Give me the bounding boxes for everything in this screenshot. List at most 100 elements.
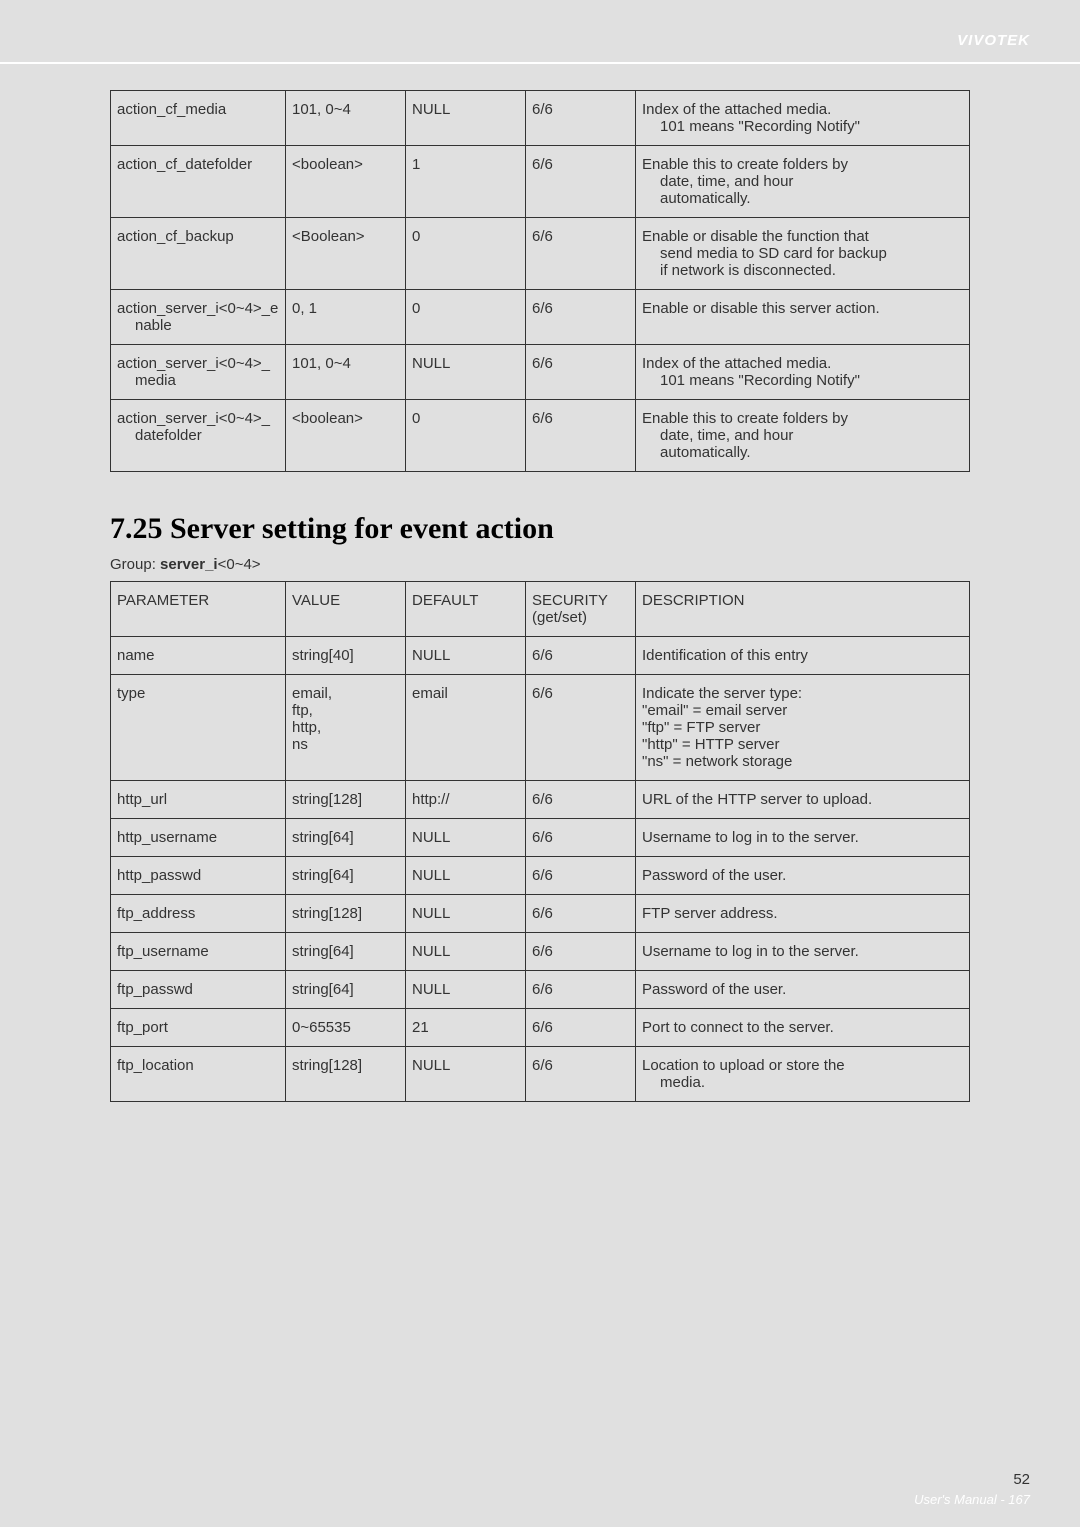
desc-line: if network is disconnected. [642, 262, 963, 279]
table-row: action_cf_backup <Boolean> 0 6/6 Enable … [111, 218, 970, 290]
table-row: http_url string[128] http:// 6/6 URL of … [111, 781, 970, 819]
desc-line: 101 means "Recording Notify" [642, 372, 963, 389]
cell-param: ftp_passwd [111, 971, 286, 1009]
cell-desc: Identification of this entry [636, 637, 970, 675]
cell-security: 6/6 [526, 290, 636, 345]
cell-param: http_username [111, 819, 286, 857]
param-line: datefolder [117, 427, 279, 444]
param-line: action_server_i<0~4>_ [117, 410, 270, 427]
cell-value: <boolean> [286, 400, 406, 472]
brand-label: VIVOTEK [957, 32, 1030, 49]
cell-default: NULL [406, 819, 526, 857]
desc-line: "http" = HTTP server [642, 736, 780, 753]
desc-line: Location to upload or store the [642, 1057, 845, 1074]
table-row: type email, ftp, http, ns email 6/6 Indi… [111, 675, 970, 781]
cell-value: <Boolean> [286, 218, 406, 290]
footer: 52 User's Manual - 167 [914, 1471, 1030, 1507]
desc-line: media. [642, 1074, 963, 1091]
table-row: name string[40] NULL 6/6 Identification … [111, 637, 970, 675]
table-row: ftp_port 0~65535 21 6/6 Port to connect … [111, 1009, 970, 1047]
header-description: DESCRIPTION [636, 582, 970, 637]
header-parameter: PARAMETER [111, 582, 286, 637]
header-line: SECURITY [532, 592, 608, 609]
desc-line: date, time, and hour [642, 173, 963, 190]
cell-security: 6/6 [526, 637, 636, 675]
cell-param: ftp_location [111, 1047, 286, 1102]
cell-desc: Password of the user. [636, 971, 970, 1009]
cell-security: 6/6 [526, 218, 636, 290]
cell-desc: Enable or disable the function that send… [636, 218, 970, 290]
table-row: action_server_i<0~4>_ media 101, 0~4 NUL… [111, 345, 970, 400]
param-line: nable [117, 317, 279, 334]
desc-line: "ftp" = FTP server [642, 719, 760, 736]
cell-security: 6/6 [526, 857, 636, 895]
desc-line: date, time, and hour [642, 427, 963, 444]
cell-param: ftp_address [111, 895, 286, 933]
header-security: SECURITY (get/set) [526, 582, 636, 637]
group-prefix: Group: [110, 556, 160, 573]
desc-line: 101 means "Recording Notify" [642, 118, 963, 135]
cell-desc: Enable or disable this server action. [636, 290, 970, 345]
table-row: ftp_username string[64] NULL 6/6 Usernam… [111, 933, 970, 971]
group-line: Group: server_i<0~4> [110, 556, 970, 573]
cell-value: string[128] [286, 1047, 406, 1102]
cell-security: 6/6 [526, 91, 636, 146]
cell-default: NULL [406, 637, 526, 675]
cell-param: http_url [111, 781, 286, 819]
cell-security: 6/6 [526, 1009, 636, 1047]
desc-line: Enable or disable the function that [642, 228, 869, 245]
cell-security: 6/6 [526, 933, 636, 971]
table-row: action_server_i<0~4>_e nable 0, 1 0 6/6 … [111, 290, 970, 345]
param-line: action_server_i<0~4>_e [117, 300, 278, 317]
table-header-row: PARAMETER VALUE DEFAULT SECURITY (get/se… [111, 582, 970, 637]
desc-line: "email" = email server [642, 702, 787, 719]
cell-param: action_server_i<0~4>_e nable [111, 290, 286, 345]
desc-line: send media to SD card for backup [642, 245, 963, 262]
parameter-table-1: action_cf_media 101, 0~4 NULL 6/6 Index … [110, 90, 970, 472]
header-underline [0, 62, 1080, 64]
cell-param: type [111, 675, 286, 781]
table-row: ftp_address string[128] NULL 6/6 FTP ser… [111, 895, 970, 933]
section-heading: 7.25 Server setting for event action [110, 512, 970, 546]
value-line: ftp, [292, 702, 313, 719]
value-line: ns [292, 736, 308, 753]
group-suffix: <0~4> [218, 556, 261, 573]
cell-security: 6/6 [526, 781, 636, 819]
cell-default: NULL [406, 971, 526, 1009]
value-line: http, [292, 719, 321, 736]
parameter-table-2: PARAMETER VALUE DEFAULT SECURITY (get/se… [110, 581, 970, 1102]
cell-security: 6/6 [526, 1047, 636, 1102]
cell-desc: Password of the user. [636, 857, 970, 895]
desc-line: automatically. [642, 190, 963, 207]
cell-param: action_server_i<0~4>_ media [111, 345, 286, 400]
table-row: ftp_passwd string[64] NULL 6/6 Password … [111, 971, 970, 1009]
cell-value: string[40] [286, 637, 406, 675]
cell-param: action_cf_datefolder [111, 146, 286, 218]
cell-value: string[64] [286, 933, 406, 971]
cell-security: 6/6 [526, 895, 636, 933]
cell-value: 0, 1 [286, 290, 406, 345]
cell-default: 1 [406, 146, 526, 218]
table-row: action_cf_datefolder <boolean> 1 6/6 Ena… [111, 146, 970, 218]
page: VIVOTEK action_cf_media 101, 0~4 NULL 6/… [0, 0, 1080, 1527]
group-name: server_i [160, 556, 218, 573]
cell-default: 0 [406, 290, 526, 345]
cell-param: action_cf_backup [111, 218, 286, 290]
cell-default: email [406, 675, 526, 781]
cell-param: ftp_port [111, 1009, 286, 1047]
cell-security: 6/6 [526, 345, 636, 400]
desc-line: Enable this to create folders by [642, 156, 848, 173]
cell-desc: Username to log in to the server. [636, 819, 970, 857]
cell-default: http:// [406, 781, 526, 819]
cell-security: 6/6 [526, 400, 636, 472]
desc-line: "ns" = network storage [642, 753, 792, 770]
cell-default: 0 [406, 218, 526, 290]
cell-default: NULL [406, 857, 526, 895]
cell-value: email, ftp, http, ns [286, 675, 406, 781]
desc-line: Index of the attached media. [642, 355, 831, 372]
cell-value: string[128] [286, 895, 406, 933]
cell-default: 21 [406, 1009, 526, 1047]
header-value: VALUE [286, 582, 406, 637]
header-line: (get/set) [532, 609, 587, 626]
value-line: email, [292, 685, 332, 702]
